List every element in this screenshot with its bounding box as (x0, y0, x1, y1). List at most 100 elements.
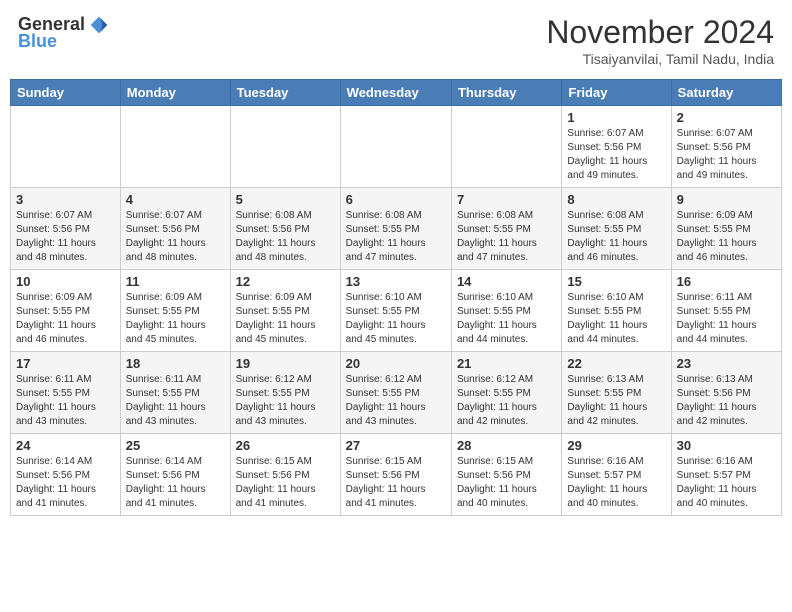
day-info: Sunrise: 6:11 AM Sunset: 5:55 PM Dayligh… (677, 291, 776, 347)
day-number: 16 (677, 274, 776, 289)
day-info: Sunrise: 6:14 AM Sunset: 5:56 PM Dayligh… (126, 455, 225, 511)
calendar-week-row: 17 Sunrise: 6:11 AM Sunset: 5:55 PM Dayli… (11, 352, 782, 434)
day-info: Sunrise: 6:10 AM Sunset: 5:55 PM Dayligh… (346, 291, 446, 347)
day-of-week-header: Tuesday (230, 80, 340, 106)
day-number: 10 (16, 274, 115, 289)
day-number: 2 (677, 110, 776, 125)
calendar-day-cell: 8 Sunrise: 6:08 AM Sunset: 5:55 PM Daylig… (562, 188, 671, 270)
calendar-week-row: 3 Sunrise: 6:07 AM Sunset: 5:56 PM Daylig… (11, 188, 782, 270)
day-of-week-header: Monday (120, 80, 230, 106)
logo: General Blue (18, 14, 109, 52)
calendar-day-cell: 26Sunrise: 6:15 AM Sunset: 5:56 PM Dayli… (230, 434, 340, 516)
calendar-day-cell: 16 Sunrise: 6:11 AM Sunset: 5:55 PM Dayli… (671, 270, 781, 352)
day-number: 23 (677, 356, 776, 371)
day-number: 11 (126, 274, 225, 289)
page-header: General Blue November 2024 Tisaiyanvilai… (10, 10, 782, 71)
day-info: Sunrise: 6:13 AM Sunset: 5:55 PM Dayligh… (567, 373, 665, 429)
day-of-week-header: Sunday (11, 80, 121, 106)
calendar-day-cell: 19Sunrise: 6:12 AM Sunset: 5:55 PM Dayli… (230, 352, 340, 434)
day-number: 1 (567, 110, 665, 125)
day-info: Sunrise: 6:08 AM Sunset: 5:55 PM Dayligh… (567, 209, 665, 265)
day-number: 25 (126, 438, 225, 453)
day-info: Sunrise: 6:12 AM Sunset: 5:55 PM Dayligh… (346, 373, 446, 429)
calendar-day-cell: 23Sunrise: 6:13 AM Sunset: 5:56 PM Dayli… (671, 352, 781, 434)
calendar-table: SundayMondayTuesdayWednesdayThursdayFrid… (10, 79, 782, 516)
day-number: 14 (457, 274, 556, 289)
day-number: 7 (457, 192, 556, 207)
day-of-week-header: Thursday (451, 80, 561, 106)
calendar-day-cell: 5 Sunrise: 6:08 AM Sunset: 5:56 PM Daylig… (230, 188, 340, 270)
calendar-day-cell (11, 106, 121, 188)
day-info: Sunrise: 6:12 AM Sunset: 5:55 PM Dayligh… (457, 373, 556, 429)
day-of-week-header: Saturday (671, 80, 781, 106)
day-info: Sunrise: 6:16 AM Sunset: 5:57 PM Dayligh… (677, 455, 776, 511)
day-info: Sunrise: 6:15 AM Sunset: 5:56 PM Dayligh… (457, 455, 556, 511)
title-block: November 2024 Tisaiyanvilai, Tamil Nadu,… (546, 14, 774, 67)
calendar-day-cell: 17Sunrise: 6:11 AM Sunset: 5:55 PM Dayli… (11, 352, 121, 434)
day-number: 30 (677, 438, 776, 453)
day-info: Sunrise: 6:07 AM Sunset: 5:56 PM Dayligh… (677, 127, 776, 183)
day-number: 3 (16, 192, 115, 207)
calendar-week-row: 24 Sunrise: 6:14 AM Sunset: 5:56 PM Dayli… (11, 434, 782, 516)
day-number: 29 (567, 438, 665, 453)
day-number: 15 (567, 274, 665, 289)
calendar-day-cell: 2 Sunrise: 6:07 AM Sunset: 5:56 PM Daylig… (671, 106, 781, 188)
day-info: Sunrise: 6:12 AM Sunset: 5:55 PM Dayligh… (236, 373, 335, 429)
calendar-day-cell: 14 Sunrise: 6:10 AM Sunset: 5:55 PM Dayli… (451, 270, 561, 352)
day-number: 24 (16, 438, 115, 453)
day-number: 4 (126, 192, 225, 207)
calendar-week-row: 10 Sunrise: 6:09 AM Sunset: 5:55 PM Dayli… (11, 270, 782, 352)
day-info: Sunrise: 6:10 AM Sunset: 5:55 PM Dayligh… (567, 291, 665, 347)
day-number: 26 (236, 438, 335, 453)
calendar-day-cell: 1 Sunrise: 6:07 AM Sunset: 5:56 PM Daylig… (562, 106, 671, 188)
day-number: 6 (346, 192, 446, 207)
day-info: Sunrise: 6:07 AM Sunset: 5:56 PM Dayligh… (16, 209, 115, 265)
calendar-day-cell: 24 Sunrise: 6:14 AM Sunset: 5:56 PM Dayli… (11, 434, 121, 516)
calendar-day-cell: 25 Sunrise: 6:14 AM Sunset: 5:56 PM Dayli… (120, 434, 230, 516)
day-number: 9 (677, 192, 776, 207)
calendar-day-cell: 6 Sunrise: 6:08 AM Sunset: 5:55 PM Daylig… (340, 188, 451, 270)
calendar-day-cell: 21Sunrise: 6:12 AM Sunset: 5:55 PM Dayli… (451, 352, 561, 434)
day-info: Sunrise: 6:08 AM Sunset: 5:55 PM Dayligh… (457, 209, 556, 265)
calendar-day-cell: 13 Sunrise: 6:10 AM Sunset: 5:55 PM Dayli… (340, 270, 451, 352)
calendar-day-cell: 12 Sunrise: 6:09 AM Sunset: 5:55 PM Dayli… (230, 270, 340, 352)
day-info: Sunrise: 6:09 AM Sunset: 5:55 PM Dayligh… (236, 291, 335, 347)
day-info: Sunrise: 6:15 AM Sunset: 5:56 PM Dayligh… (346, 455, 446, 511)
day-number: 5 (236, 192, 335, 207)
day-info: Sunrise: 6:11 AM Sunset: 5:55 PM Dayligh… (126, 373, 225, 429)
day-info: Sunrise: 6:08 AM Sunset: 5:56 PM Dayligh… (236, 209, 335, 265)
calendar-day-cell: 20 Sunrise: 6:12 AM Sunset: 5:55 PM Dayli… (340, 352, 451, 434)
day-info: Sunrise: 6:10 AM Sunset: 5:55 PM Dayligh… (457, 291, 556, 347)
day-info: Sunrise: 6:09 AM Sunset: 5:55 PM Dayligh… (126, 291, 225, 347)
calendar-day-cell: 7 Sunrise: 6:08 AM Sunset: 5:55 PM Daylig… (451, 188, 561, 270)
day-number: 20 (346, 356, 446, 371)
calendar-day-cell: 3 Sunrise: 6:07 AM Sunset: 5:56 PM Daylig… (11, 188, 121, 270)
day-of-week-header: Friday (562, 80, 671, 106)
day-number: 17 (16, 356, 115, 371)
calendar-day-cell: 9 Sunrise: 6:09 AM Sunset: 5:55 PM Daylig… (671, 188, 781, 270)
day-number: 22 (567, 356, 665, 371)
day-of-week-header: Wednesday (340, 80, 451, 106)
day-info: Sunrise: 6:14 AM Sunset: 5:56 PM Dayligh… (16, 455, 115, 511)
day-info: Sunrise: 6:09 AM Sunset: 5:55 PM Dayligh… (677, 209, 776, 265)
location-title: Tisaiyanvilai, Tamil Nadu, India (546, 51, 774, 67)
day-number: 28 (457, 438, 556, 453)
calendar-day-cell (340, 106, 451, 188)
day-number: 12 (236, 274, 335, 289)
day-number: 18 (126, 356, 225, 371)
calendar-day-cell (120, 106, 230, 188)
month-title: November 2024 (546, 14, 774, 51)
calendar-day-cell: 10 Sunrise: 6:09 AM Sunset: 5:55 PM Dayli… (11, 270, 121, 352)
day-info: Sunrise: 6:09 AM Sunset: 5:55 PM Dayligh… (16, 291, 115, 347)
calendar-day-cell: 29Sunrise: 6:16 AM Sunset: 5:57 PM Dayli… (562, 434, 671, 516)
calendar-day-cell: 28 Sunrise: 6:15 AM Sunset: 5:56 PM Dayli… (451, 434, 561, 516)
logo-icon (89, 15, 109, 35)
day-info: Sunrise: 6:07 AM Sunset: 5:56 PM Dayligh… (567, 127, 665, 183)
calendar-day-cell (451, 106, 561, 188)
logo-blue-text: Blue (18, 31, 57, 52)
day-info: Sunrise: 6:08 AM Sunset: 5:55 PM Dayligh… (346, 209, 446, 265)
calendar-day-cell: 30 Sunrise: 6:16 AM Sunset: 5:57 PM Dayli… (671, 434, 781, 516)
day-number: 8 (567, 192, 665, 207)
calendar-day-cell (230, 106, 340, 188)
day-number: 13 (346, 274, 446, 289)
